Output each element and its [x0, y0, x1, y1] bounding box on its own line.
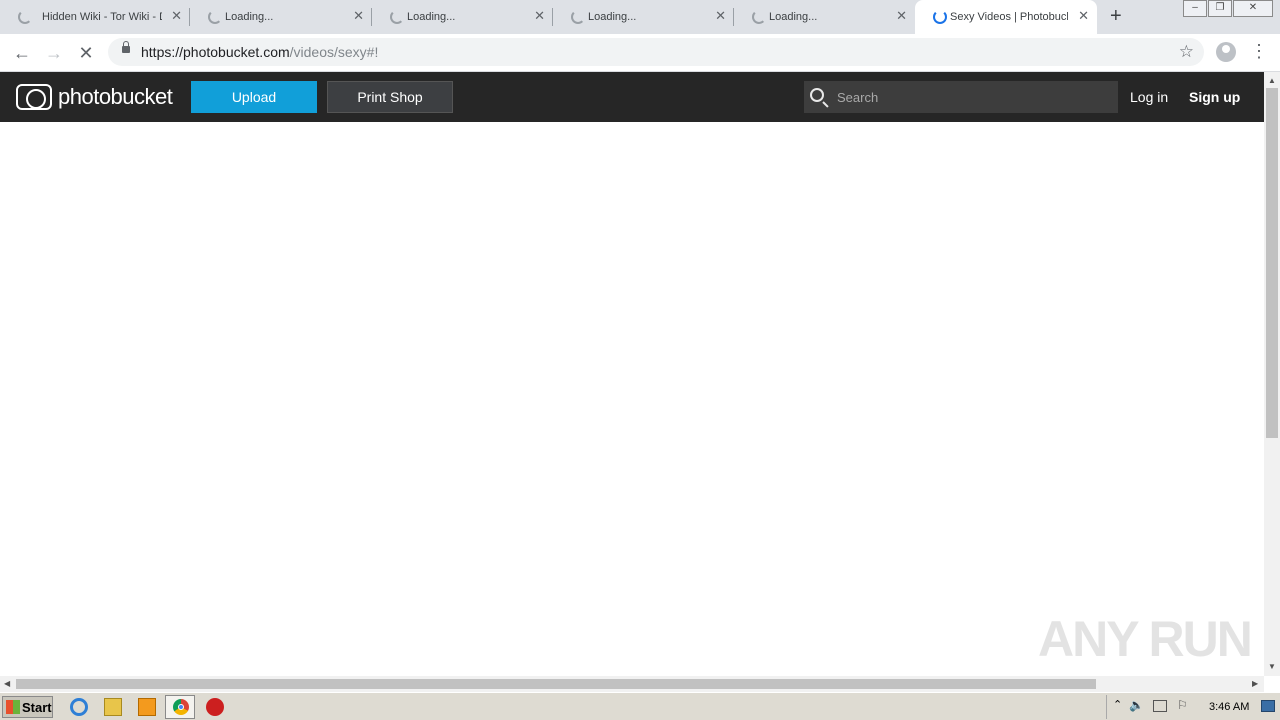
address-bar[interactable]: https://photobucket.com/videos/sexy#! ☆	[108, 38, 1204, 66]
upload-button[interactable]: Upload	[191, 81, 317, 113]
tab-title: Loading...	[407, 11, 456, 23]
loading-spinner-icon	[208, 10, 222, 24]
loading-spinner-icon	[571, 10, 585, 24]
opera-icon[interactable]	[206, 698, 224, 716]
back-icon[interactable]: ←	[10, 41, 34, 65]
search-box	[804, 81, 1118, 113]
tab-title: Loading...	[588, 11, 637, 23]
signup-link[interactable]: Sign up	[1189, 89, 1240, 105]
tab-loading-1[interactable]: Loading... ✕	[190, 0, 372, 34]
close-tab-icon[interactable]: ✕	[353, 9, 364, 23]
scroll-right-arrow-icon[interactable]: ▶	[1252, 679, 1258, 688]
tab-title: Hidden Wiki - Tor Wiki - D	[42, 11, 162, 23]
loading-spinner-icon	[933, 10, 947, 24]
window-close-icon[interactable]: ✕	[1233, 0, 1273, 17]
camera-logo-icon	[16, 84, 52, 110]
loading-spinner-icon	[18, 10, 32, 24]
photobucket-logo[interactable]: photobucket	[16, 84, 173, 110]
tab-hidden-wiki[interactable]: Hidden Wiki - Tor Wiki - D ✕	[0, 0, 190, 34]
profile-avatar-icon[interactable]	[1216, 42, 1236, 62]
forward-icon[interactable]: →	[42, 41, 66, 65]
site-header: photobucket Upload Print Shop Log in Sig…	[0, 72, 1264, 122]
login-link[interactable]: Log in	[1130, 89, 1168, 105]
tab-loading-3[interactable]: Loading... ✕	[553, 0, 734, 34]
search-icon[interactable]	[810, 88, 824, 102]
loading-spinner-icon	[752, 10, 766, 24]
new-tab-icon[interactable]: +	[1110, 6, 1122, 26]
media-player-icon[interactable]	[138, 698, 156, 716]
close-tab-icon[interactable]: ✕	[534, 9, 545, 23]
logo-text: photobucket	[58, 84, 173, 109]
scroll-up-arrow-icon[interactable]: ▲	[1268, 76, 1276, 85]
tab-loading-2[interactable]: Loading... ✕	[372, 0, 553, 34]
loading-spinner-icon	[390, 10, 404, 24]
minimize-icon[interactable]: ‒	[1183, 0, 1207, 17]
volume-icon[interactable]: 🔈	[1129, 698, 1144, 712]
search-input[interactable]	[837, 81, 1107, 113]
close-tab-icon[interactable]: ✕	[171, 9, 182, 23]
browser-toolbar: ← → ✕ https://photobucket.com/videos/sex…	[0, 34, 1280, 72]
menu-kebab-icon[interactable]: ⋮	[1250, 41, 1268, 61]
close-tab-icon[interactable]: ✕	[896, 9, 907, 23]
bookmark-star-icon[interactable]: ☆	[1179, 42, 1194, 62]
scroll-down-arrow-icon[interactable]: ▼	[1268, 662, 1276, 671]
tab-title: Loading...	[769, 11, 818, 23]
tray-expand-icon[interactable]: ⌃	[1113, 698, 1122, 711]
internet-explorer-icon[interactable]	[70, 698, 88, 716]
tab-loading-4[interactable]: Loading... ✕	[734, 0, 915, 34]
print-shop-button[interactable]: Print Shop	[327, 81, 453, 113]
system-tray: ⌃ 🔈 ⚐	[1106, 695, 1278, 719]
show-desktop-icon[interactable]	[1261, 700, 1275, 712]
restore-icon[interactable]: ❐	[1208, 0, 1232, 17]
chrome-taskbar-button[interactable]	[165, 695, 195, 719]
close-tab-icon[interactable]: ✕	[1078, 9, 1089, 23]
windows-taskbar: Start ⌃ 🔈 ⚐ 3:46 AM	[0, 692, 1280, 720]
horizontal-scroll-thumb[interactable]	[16, 679, 1096, 689]
file-explorer-icon[interactable]	[104, 698, 122, 716]
horizontal-scrollbar[interactable]: ◀ ▶	[0, 676, 1264, 692]
lock-icon	[122, 41, 130, 53]
tab-title: Sexy Videos | Photobuck	[950, 11, 1068, 23]
action-center-flag-icon[interactable]: ⚐	[1177, 698, 1188, 712]
tab-title: Loading...	[225, 11, 274, 23]
tab-strip: Hidden Wiki - Tor Wiki - D ✕ Loading... …	[0, 0, 1280, 34]
close-tab-icon[interactable]: ✕	[715, 9, 726, 23]
vertical-scrollbar[interactable]: ▲ ▼	[1264, 72, 1280, 676]
stop-loading-icon[interactable]: ✕	[74, 41, 98, 65]
anyrun-watermark: ANY RUN	[1038, 611, 1253, 667]
taskbar-clock[interactable]: 3:46 AM	[1209, 701, 1249, 713]
windows-flag-icon	[6, 700, 20, 714]
scroll-left-arrow-icon[interactable]: ◀	[4, 679, 10, 688]
vertical-scroll-thumb[interactable]	[1266, 88, 1278, 438]
tab-sexy-videos[interactable]: Sexy Videos | Photobuck ✕	[915, 0, 1097, 34]
network-icon[interactable]	[1153, 700, 1167, 712]
page-content	[0, 122, 1264, 676]
url-text: https://photobucket.com/videos/sexy#!	[141, 44, 379, 60]
start-button[interactable]: Start	[2, 696, 53, 718]
